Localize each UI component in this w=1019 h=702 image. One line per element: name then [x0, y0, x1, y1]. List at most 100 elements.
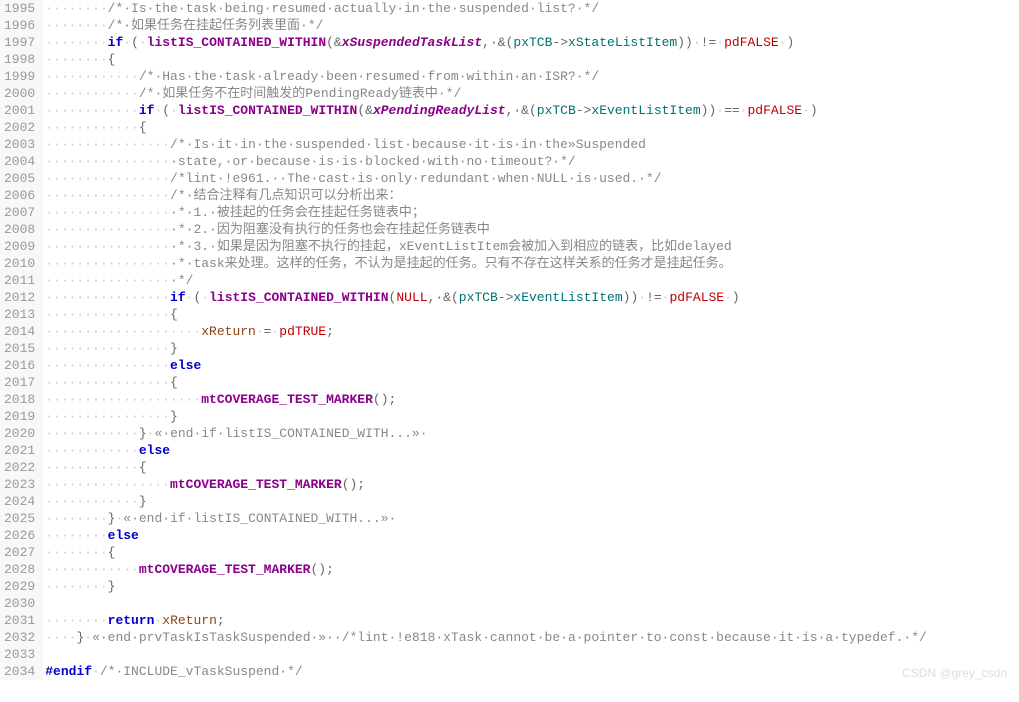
code-line[interactable]: ············mtCOVERAGE_TEST_MARKER();: [45, 561, 1019, 578]
code-line[interactable]: ····················mtCOVERAGE_TEST_MARK…: [45, 391, 1019, 408]
code-line[interactable]: ············}: [45, 493, 1019, 510]
code-line[interactable]: ················}: [45, 340, 1019, 357]
code-line[interactable]: ········return·xReturn;: [45, 612, 1019, 629]
token-cmt: «·end·prvTaskIsTaskSuspended·»··: [92, 630, 342, 645]
line-number: 2019: [4, 408, 35, 425]
code-line[interactable]: ········else: [45, 527, 1019, 544]
token-cmt: «·end·if·listIS_CONTAINED_WITH...»·: [123, 511, 396, 526]
code-line[interactable]: ················/*·Is·it·in·the·suspende…: [45, 136, 1019, 153]
line-number: 2002: [4, 119, 35, 136]
token-op: ): [685, 35, 693, 50]
code-line[interactable]: ········{: [45, 51, 1019, 68]
token-mem: pxTCB: [537, 103, 576, 118]
whitespace: ········: [45, 613, 107, 628]
code-line[interactable]: ················mtCOVERAGE_TEST_MARKER()…: [45, 476, 1019, 493]
token-op: (: [131, 35, 139, 50]
code-line[interactable]: ········}: [45, 578, 1019, 595]
token-ws: ·: [84, 630, 92, 645]
code-line[interactable]: ············{: [45, 459, 1019, 476]
code-line[interactable]: ············else: [45, 442, 1019, 459]
code-line[interactable]: ········/*·Is·the·task·being·resumed·act…: [45, 0, 1019, 17]
line-number: 2032: [4, 629, 35, 646]
token-op: ): [732, 290, 740, 305]
line-number: 2006: [4, 187, 35, 204]
code-line[interactable]: ·················*·task来处理。这样的任务，不认为是挂起的…: [45, 255, 1019, 272]
token-op: }: [170, 409, 178, 424]
code-line[interactable]: ········/*·如果任务在挂起任务列表里面·*/: [45, 17, 1019, 34]
line-number: 2005: [4, 170, 35, 187]
code-line[interactable]: ················{: [45, 306, 1019, 323]
whitespace: ····: [45, 630, 76, 645]
code-line[interactable]: ············/*·Has·the·task·already·been…: [45, 68, 1019, 85]
code-area[interactable]: ········/*·Is·the·task·being·resumed·act…: [43, 0, 1019, 680]
whitespace: ············: [45, 120, 139, 135]
whitespace: ········: [45, 35, 107, 50]
token-op: }: [139, 426, 147, 441]
token-fn: listIS_CONTAINED_WITHIN: [209, 290, 388, 305]
code-line[interactable]: ················}: [45, 408, 1019, 425]
token-op: ();: [310, 562, 333, 577]
code-line[interactable]: ············if·(·listIS_CONTAINED_WITHIN…: [45, 102, 1019, 119]
whitespace: ················: [45, 154, 170, 169]
token-ws: ·: [716, 35, 724, 50]
whitespace: ········: [45, 52, 107, 67]
whitespace: ················: [45, 477, 170, 492]
code-line[interactable]: ············{: [45, 119, 1019, 136]
token-op: (: [162, 103, 170, 118]
line-number: 2034: [4, 663, 35, 680]
line-number: 2001: [4, 102, 35, 119]
whitespace: ········: [45, 545, 107, 560]
whitespace: ················: [45, 358, 170, 373]
code-line[interactable]: ················/*·结合注释有几点知识可以分析出来：: [45, 187, 1019, 204]
whitespace: ············: [45, 562, 139, 577]
token-cmt: ·*·task来处理。这样的任务，不认为是挂起的任务。只有不存在这样关系的任务才…: [170, 256, 732, 271]
token-op: ): [810, 103, 818, 118]
token-op: }: [170, 341, 178, 356]
whitespace: ····················: [45, 324, 201, 339]
code-line[interactable]: ·················*·2.·因为阻塞没有执行的任务也会在挂起任务…: [45, 221, 1019, 238]
line-number: 2010: [4, 255, 35, 272]
code-line[interactable]: ········}·«·end·if·listIS_CONTAINED_WITH…: [45, 510, 1019, 527]
code-line[interactable]: ················else: [45, 357, 1019, 374]
token-mem: xStateListItem: [568, 35, 677, 50]
code-line[interactable]: ·················*·1.·被挂起的任务会在挂起任务链表中；: [45, 204, 1019, 221]
token-kw: if: [139, 103, 155, 118]
line-number: 2014: [4, 323, 35, 340]
code-line[interactable]: ····}·«·end·prvTaskIsTaskSuspended·»··/*…: [45, 629, 1019, 646]
line-number: 2033: [4, 646, 35, 663]
token-mem: pxTCB: [513, 35, 552, 50]
code-line[interactable]: ················{: [45, 374, 1019, 391]
whitespace: ····················: [45, 392, 201, 407]
code-line[interactable]: ········{: [45, 544, 1019, 561]
code-editor[interactable]: 1995199619971998199920002001200220032004…: [0, 0, 1019, 680]
token-cmt: ·*·1.·被挂起的任务会在挂起任务链表中；: [170, 205, 425, 220]
line-number: 2013: [4, 306, 35, 323]
code-line[interactable]: ················if·(·listIS_CONTAINED_WI…: [45, 289, 1019, 306]
code-line[interactable]: ················/*lint·!e961.··The·cast·…: [45, 170, 1019, 187]
code-line[interactable]: ·················*·3.·如果是因为阻塞不执行的挂起，xEve…: [45, 238, 1019, 255]
code-line[interactable]: ············/*·如果任务不在时间触发的PendingReady链表…: [45, 85, 1019, 102]
whitespace: ············: [45, 494, 139, 509]
token-kw: return: [108, 613, 155, 628]
token-op: ,·&(: [482, 35, 513, 50]
code-line[interactable]: ········if·(·listIS_CONTAINED_WITHIN(&xS…: [45, 34, 1019, 51]
token-ret: xReturn: [201, 324, 256, 339]
token-const: pdFALSE: [669, 290, 724, 305]
line-number: 1997: [4, 34, 35, 51]
token-op: !=: [701, 35, 717, 50]
code-line[interactable]: ····················xReturn·=·pdTRUE;: [45, 323, 1019, 340]
code-line[interactable]: [45, 595, 1019, 612]
whitespace: ················: [45, 205, 170, 220]
code-line[interactable]: #endif·/*·INCLUDE_vTaskSuspend·*/: [45, 663, 1019, 680]
code-line[interactable]: ·················state,·or·because·is·is…: [45, 153, 1019, 170]
token-op: !=: [646, 290, 662, 305]
token-const: pdTRUE: [279, 324, 326, 339]
code-line[interactable]: [45, 646, 1019, 663]
line-number: 2030: [4, 595, 35, 612]
code-line[interactable]: ·················*/: [45, 272, 1019, 289]
token-op: ();: [342, 477, 365, 492]
token-cmt: ·*/: [170, 273, 193, 288]
line-number: 2029: [4, 578, 35, 595]
line-number: 1999: [4, 68, 35, 85]
code-line[interactable]: ············}·«·end·if·listIS_CONTAINED_…: [45, 425, 1019, 442]
